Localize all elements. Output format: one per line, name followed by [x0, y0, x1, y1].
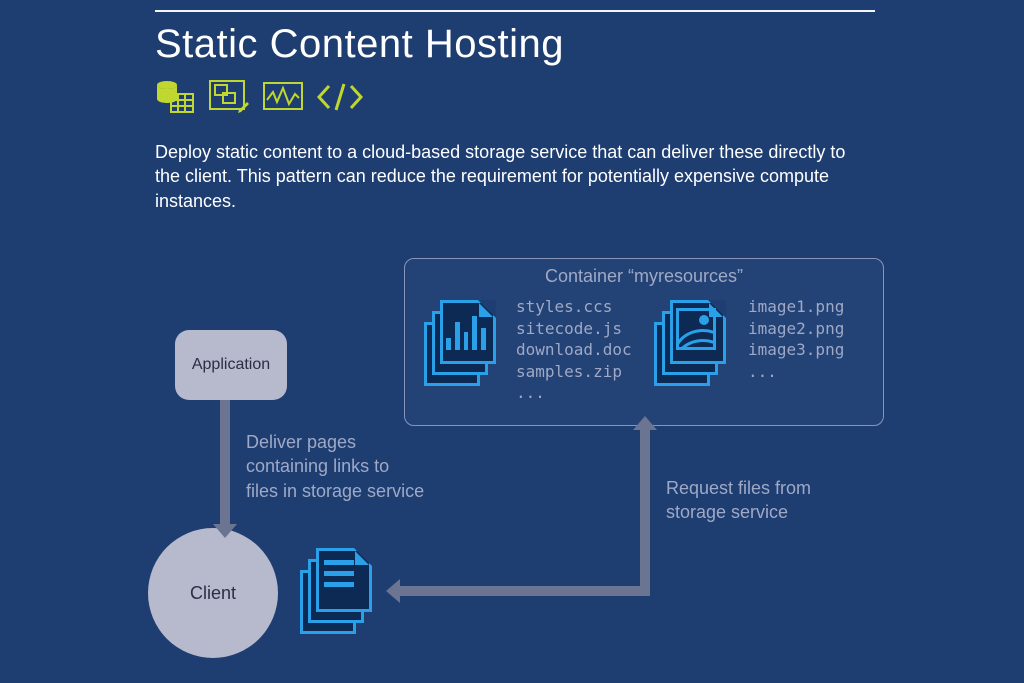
container-title: Container “myresources”	[404, 266, 884, 287]
database-table-icon	[155, 80, 195, 114]
code-icon	[317, 80, 363, 114]
design-tool-icon	[209, 80, 249, 114]
arrow-app-to-client	[220, 400, 230, 528]
page-description: Deploy static content to a cloud-based s…	[155, 140, 875, 213]
arrow-container-to-client-v	[640, 426, 650, 596]
client-node: Client	[148, 528, 278, 658]
monitoring-icon	[263, 80, 303, 114]
file-stack-chart-icon	[424, 300, 496, 386]
file-stack-image-icon	[654, 300, 726, 386]
flow-label-request: Request files from storage service	[666, 476, 826, 525]
file-list-2: image1.png image2.png image3.png ...	[748, 296, 844, 382]
file-list-1: styles.ccs sitecode.js download.doc samp…	[516, 296, 632, 404]
application-label: Application	[192, 356, 270, 374]
header-rule	[155, 10, 875, 12]
client-label: Client	[190, 583, 236, 604]
arrowhead-down-icon	[213, 524, 237, 538]
application-node: Application	[175, 330, 287, 400]
page-title: Static Content Hosting	[155, 22, 564, 67]
category-icon-row	[155, 80, 363, 114]
arrowhead-left-icon	[386, 579, 400, 603]
arrowhead-up-icon	[633, 416, 657, 430]
arrow-container-to-client-h	[398, 586, 650, 596]
flow-label-deliver: Deliver pages containing links to files …	[246, 430, 426, 503]
file-stack-doc-icon	[300, 548, 372, 634]
